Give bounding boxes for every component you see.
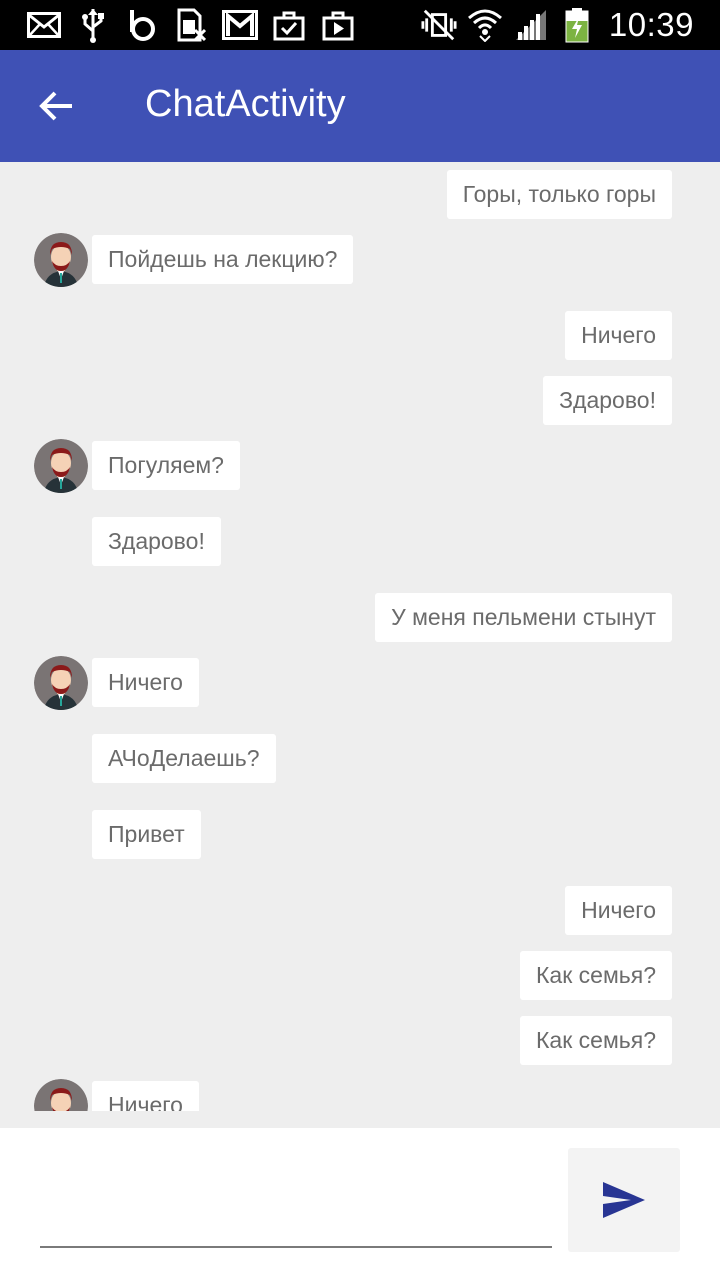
usb-icon [75,7,111,43]
message-bubble-incoming: Здарово! [92,517,221,566]
message-bubble-outgoing: У меня пельмени стынут [375,593,672,642]
status-bar: 10:39 [0,0,720,50]
message-list[interactable]: Горы, только горы Пойдешь на лекцию? Ничег… [0,162,720,1111]
avatar [34,656,88,710]
message-bubble-outgoing: Ничего [565,311,672,360]
message-bubble-outgoing: Ничего [565,886,672,935]
wifi-icon [467,7,503,43]
message-bubble-outgoing: Как семья? [520,1016,672,1065]
message-bubble-incoming: АЧоДелаешь? [92,734,276,783]
avatar [34,1079,88,1111]
message-bubble-incoming: Ничего [92,1081,199,1111]
message-bubble-outgoing: Как семья? [520,951,672,1000]
composer [0,1128,720,1280]
sim-card-icon [173,7,209,43]
shopping-bag-icon [271,7,307,43]
avatar [34,233,88,287]
b-app-icon [124,7,160,43]
message-bubble-outgoing: Здарово! [543,376,672,425]
message-bubble-incoming: Погуляем? [92,441,240,490]
message-bubble-incoming: Пойдешь на лекцию? [92,235,354,284]
message-bubble-outgoing: Горы, только горы [446,170,672,219]
arrow-back-icon [39,91,72,121]
no-vibrate-icon [421,7,457,43]
message-input[interactable] [40,1188,552,1248]
mail-icon [26,7,62,43]
system-icons: 10:39 [421,4,694,46]
send-button[interactable] [568,1148,680,1252]
signal-icon [513,7,549,43]
message-bubble-incoming: Привет [92,810,201,859]
app-title: ChatActivity [145,83,346,125]
message-bubble-incoming: Ничего [92,658,199,707]
battery-charging-icon [559,7,595,43]
play-store-icon [320,7,356,43]
gmail-icon [222,7,258,43]
status-time: 10:39 [608,6,694,43]
notification-icons [26,6,356,44]
back-button[interactable] [28,78,84,134]
avatar [34,439,88,493]
send-icon [603,1182,645,1218]
app-bar: ChatActivity [0,50,720,162]
